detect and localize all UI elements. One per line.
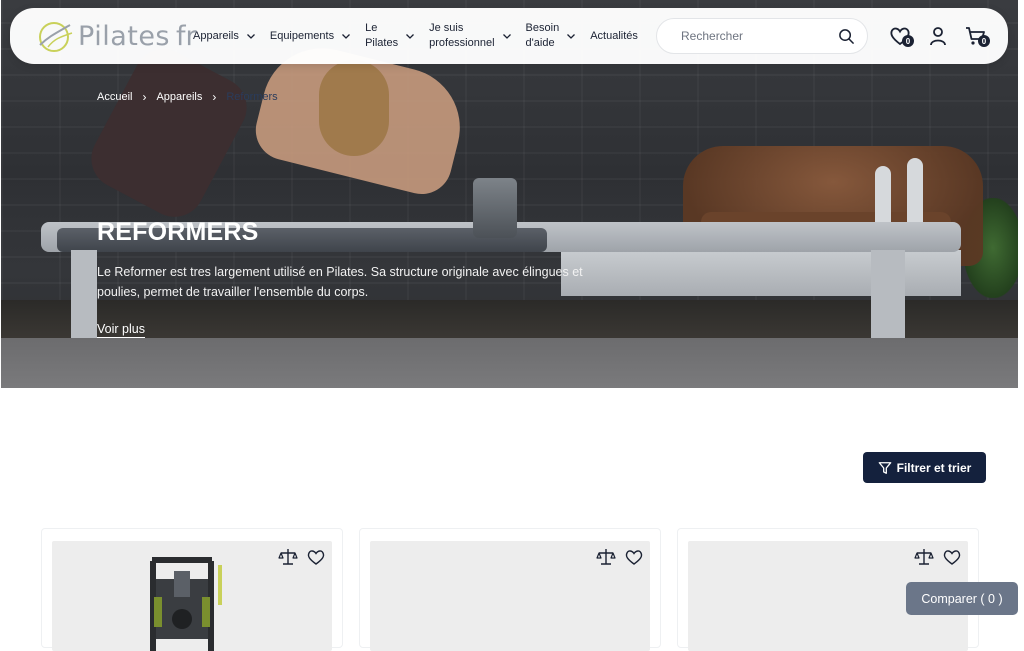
nav-item-le-pilates[interactable]: Le Pilates	[365, 21, 415, 51]
nav-item-equipements[interactable]: Equipements	[270, 29, 351, 44]
search-icon[interactable]	[838, 28, 855, 45]
nav-label: Je suis professionnel	[429, 21, 494, 51]
search-input[interactable]	[681, 29, 831, 43]
hero-bottom-band	[1, 338, 1018, 388]
account-button[interactable]	[926, 24, 950, 48]
user-icon	[930, 27, 946, 46]
nav-label: Besoin d'aide	[526, 21, 560, 51]
wishlist-count-badge: 0	[902, 35, 914, 47]
nav-label-line: professionnel	[429, 37, 495, 49]
page-title: REFORMERS	[97, 218, 259, 246]
hero-person-hair	[319, 60, 389, 156]
category-description: Le Reformer est tres largement utilisé e…	[97, 265, 583, 299]
chevron-down-icon	[246, 34, 255, 39]
filter-sort-label: Filtrer et trier	[896, 460, 972, 475]
heart-icon[interactable]	[306, 547, 326, 567]
heart-icon[interactable]	[942, 547, 962, 567]
compare-scale-icon[interactable]	[914, 547, 934, 567]
chevron-down-icon	[502, 34, 511, 39]
compare-scale-icon[interactable]	[596, 547, 616, 567]
nav-item-actualites[interactable]: Actualités	[590, 29, 638, 44]
compare-button[interactable]: Comparer ( 0 )	[906, 582, 1018, 615]
reformer-leg	[71, 250, 97, 338]
heart-icon[interactable]	[624, 547, 644, 567]
cart-count-badge: 0	[978, 35, 990, 47]
reformer-leg	[871, 250, 905, 338]
nav-label: Appareils	[193, 29, 239, 42]
chevron-down-icon	[406, 34, 415, 39]
chevron-right-icon: ›	[212, 90, 217, 104]
chevron-right-icon: ›	[142, 90, 147, 104]
main-nav: Appareils Equipements Le Pilates Je suis p…	[193, 8, 652, 64]
hero-floor	[1, 300, 1018, 340]
header-actions: 0 0	[888, 24, 990, 48]
product-card[interactable]	[359, 528, 661, 651]
nav-label-line: Je suis	[429, 22, 464, 34]
nav-label-line: Besoin	[525, 22, 560, 34]
filter-icon	[878, 461, 891, 474]
compare-scale-icon[interactable]	[278, 547, 298, 567]
nav-label-line: Le	[365, 22, 378, 34]
breadcrumb-current: Reformers	[226, 91, 278, 103]
wishlist-button[interactable]: 0	[888, 24, 914, 48]
search-box	[656, 18, 868, 54]
site-logo[interactable]: Pilates fr	[36, 18, 197, 54]
breadcrumb-appareils[interactable]: Appareils	[156, 91, 202, 103]
product-card[interactable]	[41, 528, 343, 651]
see-more-link[interactable]: Voir plus	[97, 322, 145, 338]
nav-item-professionnel[interactable]: Je suis professionnel	[429, 21, 511, 51]
site-header: Pilates fr Appareils Equipements Le Pilat…	[10, 8, 1008, 64]
logo-mark-icon	[39, 22, 73, 52]
breadcrumb: Accueil › Appareils › Reformers	[97, 90, 278, 104]
reformer-shoulder-block	[473, 178, 517, 238]
nav-item-besoin-aide[interactable]: Besoin d'aide	[526, 21, 577, 51]
nav-label: Actualités	[590, 29, 638, 42]
nav-label-line: d'aide	[525, 37, 555, 49]
filter-sort-button[interactable]: Filtrer et trier	[863, 452, 986, 483]
chevron-down-icon	[342, 34, 351, 39]
logo-text: Pilates	[78, 20, 171, 52]
chevron-down-icon	[567, 34, 576, 39]
breadcrumb-home[interactable]: Accueil	[97, 91, 132, 103]
nav-label: Equipements	[269, 29, 335, 42]
nav-item-appareils[interactable]: Appareils	[193, 29, 256, 44]
nav-label-line: Pilates	[365, 37, 399, 49]
nav-label: Le Pilates	[365, 21, 398, 51]
cart-button[interactable]: 0	[964, 24, 990, 48]
hero-person-legs	[80, 38, 258, 228]
